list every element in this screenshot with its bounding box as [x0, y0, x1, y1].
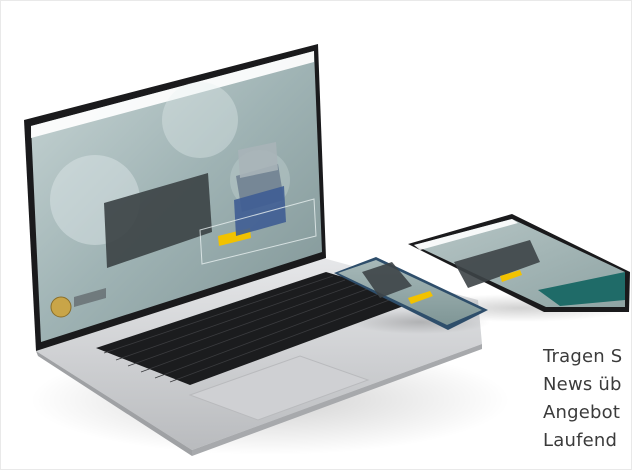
teaser-line-4: Laufend: [543, 430, 618, 451]
teaser-line-3: Angebot: [543, 402, 621, 423]
newsletter-teaser: Tragen S News üb Angebot Laufend: [543, 343, 622, 455]
device-mockup: [24, 44, 630, 456]
teaser-line-1: Tragen S: [543, 346, 623, 367]
showcase-stage: Tragen S News üb Angebot Laufend: [0, 0, 632, 470]
teaser-line-2: News üb: [543, 374, 622, 395]
quality-seal-icon: [50, 296, 72, 318]
